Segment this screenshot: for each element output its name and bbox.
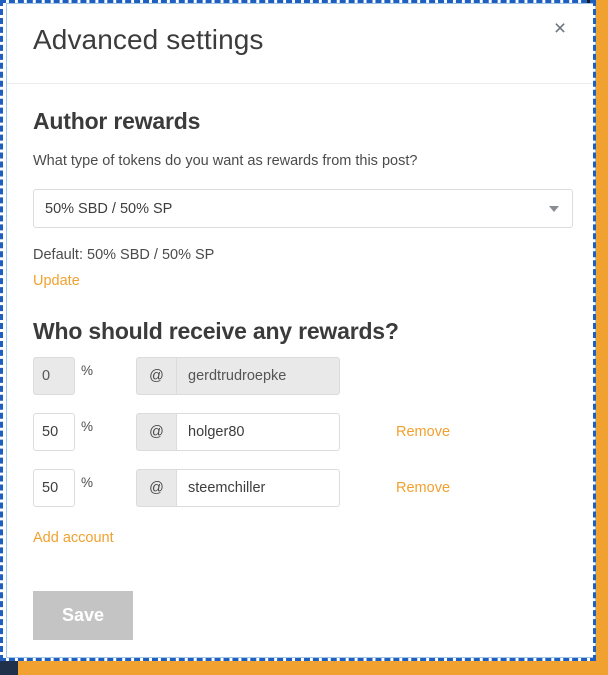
beneficiary-percent-input[interactable] — [33, 413, 75, 451]
dialog-header: Advanced settings × — [7, 4, 595, 84]
page-title: Advanced settings — [33, 24, 264, 55]
advanced-settings-dialog: Advanced settings × Author rewards What … — [6, 3, 596, 658]
remove-beneficiary-link[interactable]: Remove — [396, 424, 450, 440]
percent-sign-label: % — [81, 474, 94, 490]
reward-type-select[interactable]: 50% SBD / 50% SP — [33, 189, 573, 228]
beneficiary-row-list: % @ % @ Remove % — [33, 357, 569, 507]
beneficiary-account-group: @ — [136, 469, 341, 507]
close-icon[interactable]: × — [548, 16, 572, 40]
beneficiary-account-group: @ — [136, 413, 341, 451]
add-account-link[interactable]: Add account — [33, 530, 114, 546]
percent-sign-label: % — [81, 418, 94, 434]
beneficiary-row: % @ — [33, 357, 569, 395]
beneficiary-account-input[interactable] — [176, 413, 341, 451]
background-orange-strip-right — [596, 0, 608, 675]
beneficiary-percent-input[interactable] — [33, 469, 75, 507]
at-sign-icon: @ — [136, 357, 177, 395]
remove-beneficiary-link[interactable]: Remove — [396, 480, 450, 496]
background-orange-strip-bottom — [0, 661, 608, 675]
beneficiary-account-input[interactable] — [176, 469, 341, 507]
beneficiary-account-group: @ — [136, 357, 341, 395]
beneficiary-percent-input[interactable] — [33, 357, 75, 395]
reward-type-select-wrapper: 50% SBD / 50% SP — [33, 189, 573, 228]
dialog-body: Author rewards What type of tokens do yo… — [7, 108, 595, 640]
author-rewards-question: What type of tokens do you want as rewar… — [33, 153, 418, 169]
beneficiary-account-input[interactable] — [176, 357, 341, 395]
beneficiaries-heading: Who should receive any rewards? — [33, 318, 399, 344]
update-link[interactable]: Update — [33, 273, 80, 289]
at-sign-icon: @ — [136, 413, 177, 451]
percent-sign-label: % — [81, 362, 94, 378]
beneficiary-row: % @ Remove — [33, 469, 569, 507]
at-sign-icon: @ — [136, 469, 177, 507]
author-rewards-heading: Author rewards — [33, 108, 201, 134]
beneficiary-row: % @ Remove — [33, 413, 569, 451]
save-button[interactable]: Save — [33, 591, 133, 640]
default-reward-note: Default: 50% SBD / 50% SP — [33, 247, 215, 263]
background-dark-corner-bottom-left — [0, 661, 18, 675]
